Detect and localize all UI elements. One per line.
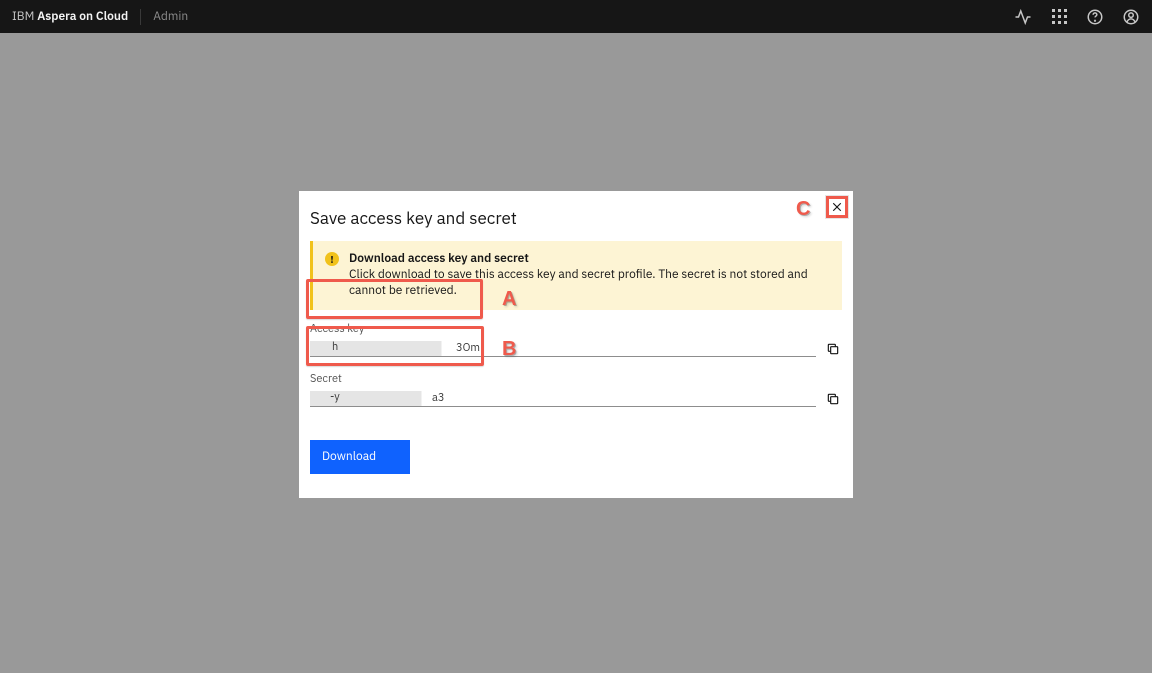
header-divider xyxy=(140,9,141,25)
brand-main: Aspera on Cloud xyxy=(37,9,128,24)
notice-title: Download access key and secret xyxy=(349,251,830,267)
app-header: IBM Aspera on Cloud Admin xyxy=(0,0,1152,33)
header-actions xyxy=(1014,8,1140,26)
download-button[interactable]: Download xyxy=(310,440,410,474)
access-key-field[interactable] xyxy=(310,341,816,357)
secret-prefix: -y xyxy=(330,390,340,404)
help-icon[interactable] xyxy=(1086,8,1104,26)
section-label: Admin xyxy=(153,9,188,24)
annotation-b: B xyxy=(502,338,516,361)
brand-prefix: IBM xyxy=(12,9,37,24)
secret-field[interactable] xyxy=(310,391,816,407)
user-icon[interactable] xyxy=(1122,8,1140,26)
close-button[interactable] xyxy=(826,196,848,218)
notice-texts: Download access key and secret Click dow… xyxy=(349,251,830,300)
secret-label: Secret xyxy=(310,372,842,386)
secret-group: Secret -y a3 xyxy=(310,372,842,408)
apps-icon[interactable] xyxy=(1050,8,1068,26)
annotation-c: C xyxy=(796,198,810,221)
access-key-prefix: h xyxy=(332,340,338,354)
brand: IBM Aspera on Cloud xyxy=(12,9,128,24)
annotation-a: A xyxy=(502,288,516,311)
download-label: Download xyxy=(322,449,376,464)
copy-access-key-button[interactable] xyxy=(824,340,842,358)
notice-body: Click download to save this access key a… xyxy=(349,267,830,299)
access-key-group: Access key h 3Om xyxy=(310,322,842,358)
secret-suffix: a3 xyxy=(432,391,444,405)
warning-notice: ! Download access key and secret Click d… xyxy=(310,241,842,310)
access-key-suffix: 3Om xyxy=(456,341,480,355)
warning-icon: ! xyxy=(325,252,339,266)
activity-icon[interactable] xyxy=(1014,8,1032,26)
access-key-label: Access key xyxy=(310,322,842,336)
modal-title: Save access key and secret xyxy=(299,207,853,241)
copy-secret-button[interactable] xyxy=(824,390,842,408)
save-access-key-modal: Save access key and secret ! Download ac… xyxy=(299,191,853,498)
